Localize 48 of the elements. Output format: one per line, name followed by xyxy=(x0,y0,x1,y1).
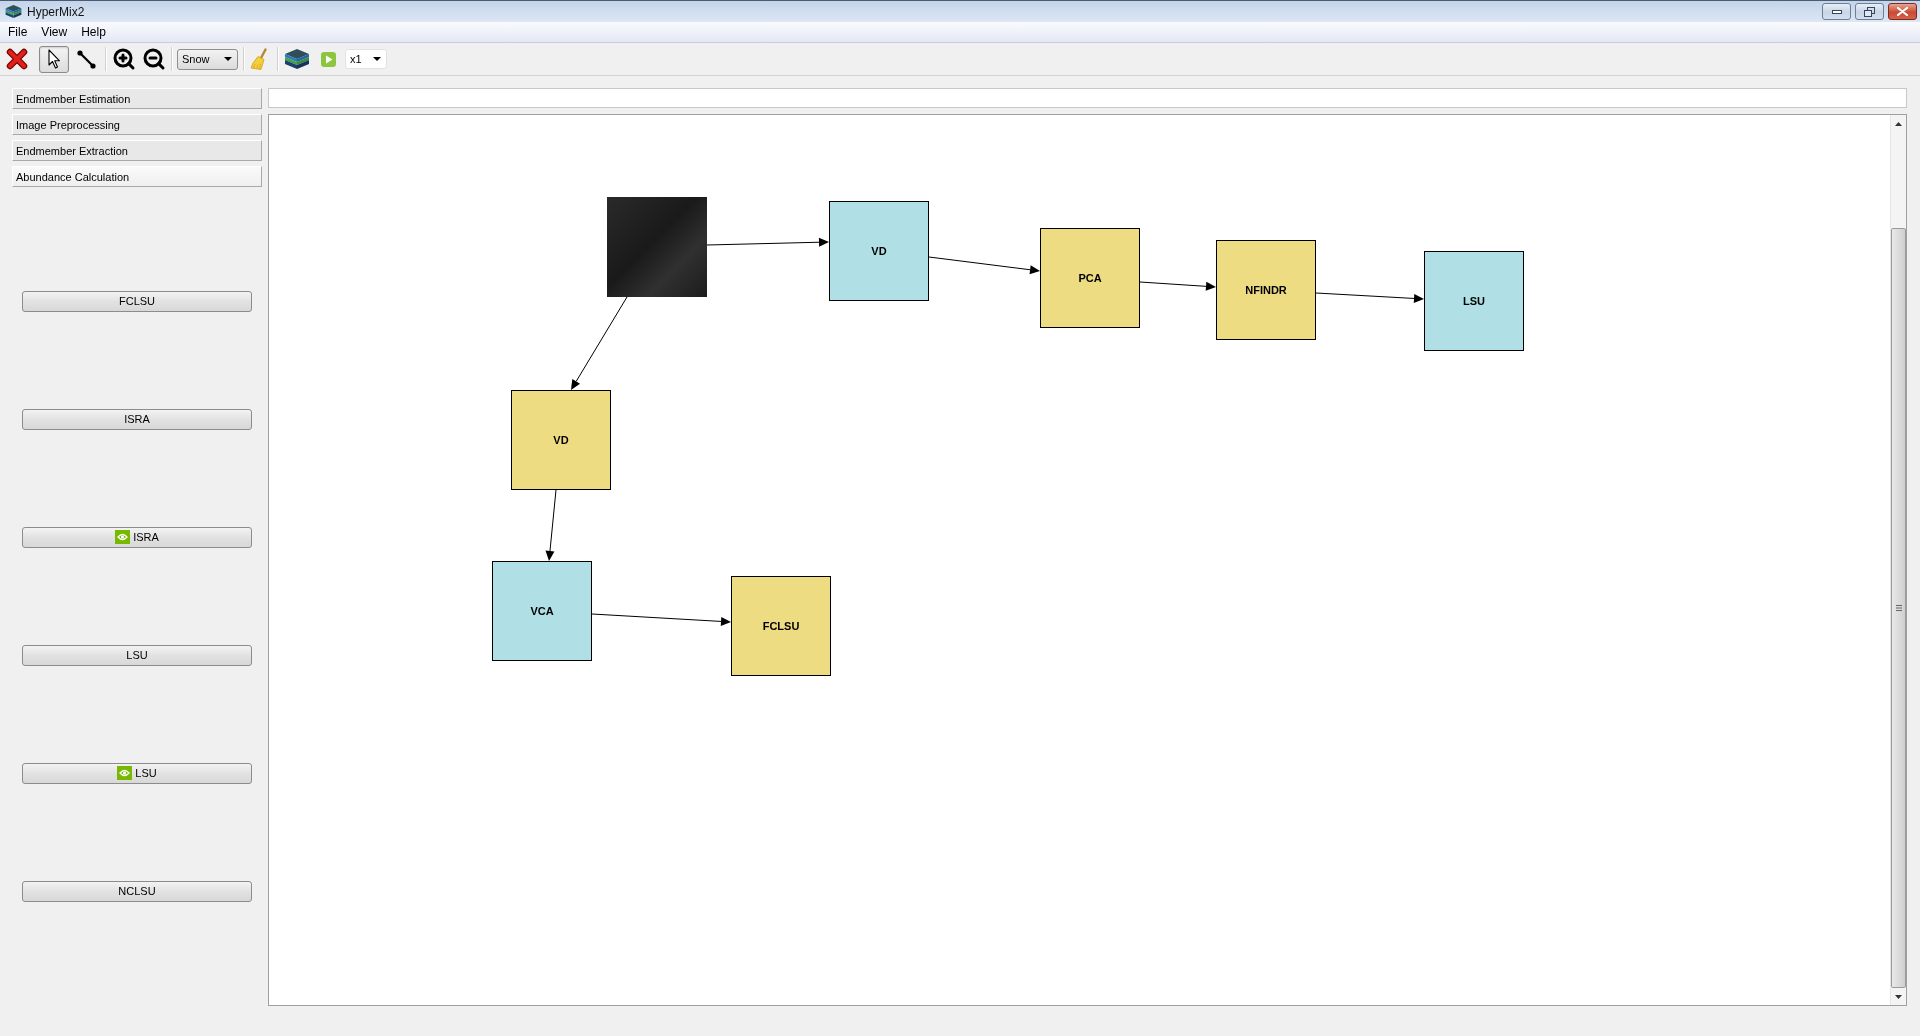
image-dropdown[interactable]: Snow xyxy=(177,48,238,70)
close-button[interactable] xyxy=(1888,3,1917,20)
section-header[interactable]: Endmember Estimation xyxy=(12,88,262,109)
process-node: VCA xyxy=(492,561,592,661)
zoom-in-icon[interactable] xyxy=(112,47,136,71)
menu-item[interactable]: Help xyxy=(74,22,113,42)
caret-icon xyxy=(373,57,381,61)
menu-item[interactable]: View xyxy=(34,22,75,42)
connector-arrow xyxy=(545,489,557,561)
logo-icon xyxy=(115,530,131,545)
process-node: FCLSU xyxy=(731,576,831,676)
window-title: HyperMix2 xyxy=(27,4,85,19)
broom-icon[interactable] xyxy=(250,48,268,70)
close-icon xyxy=(1897,7,1908,16)
cross-icon[interactable] xyxy=(6,48,28,70)
down-arrow-icon xyxy=(1895,994,1902,999)
up-arrow-icon xyxy=(1895,121,1902,126)
layers-icon[interactable] xyxy=(284,48,310,70)
pointer-tool-button[interactable] xyxy=(39,45,69,73)
process-node: VD xyxy=(829,201,929,301)
input-field[interactable] xyxy=(268,88,1907,108)
algorithm-button[interactable]: ISRA xyxy=(22,409,252,430)
speed-dropdown[interactable]: x1 xyxy=(345,49,387,69)
grip-icon xyxy=(1895,605,1902,611)
process-node: NFINDR xyxy=(1216,240,1316,340)
process-node: VD xyxy=(511,390,611,490)
algorithm-button[interactable]: NCLSU xyxy=(22,881,252,902)
minimize-icon xyxy=(1831,9,1842,14)
logo-icon xyxy=(117,766,133,781)
algorithm-button[interactable]: LSU xyxy=(22,763,252,784)
algorithm-button[interactable]: FCLSU xyxy=(22,291,252,312)
section-header[interactable]: Image Preprocessing xyxy=(12,114,262,135)
zoom-out-icon[interactable] xyxy=(142,47,166,71)
restore-icon xyxy=(1864,6,1875,17)
line-icon xyxy=(76,49,96,69)
minimize-button[interactable] xyxy=(1822,3,1851,20)
section-header[interactable]: Endmember Extraction xyxy=(12,140,262,161)
algorithm-button[interactable]: ISRA xyxy=(22,527,252,548)
process-node: PCA xyxy=(1040,228,1140,328)
section-header[interactable]: Abundance Calculation xyxy=(12,166,262,187)
app-icon xyxy=(5,4,22,19)
caret-icon xyxy=(224,57,232,61)
algorithm-button[interactable]: LSU xyxy=(22,645,252,666)
process-node: LSU xyxy=(1424,251,1524,351)
menu-item[interactable]: File xyxy=(1,22,35,42)
restore-button[interactable] xyxy=(1855,3,1884,20)
cursor-icon xyxy=(47,49,61,69)
scrollbar-thumb[interactable] xyxy=(1891,228,1906,988)
